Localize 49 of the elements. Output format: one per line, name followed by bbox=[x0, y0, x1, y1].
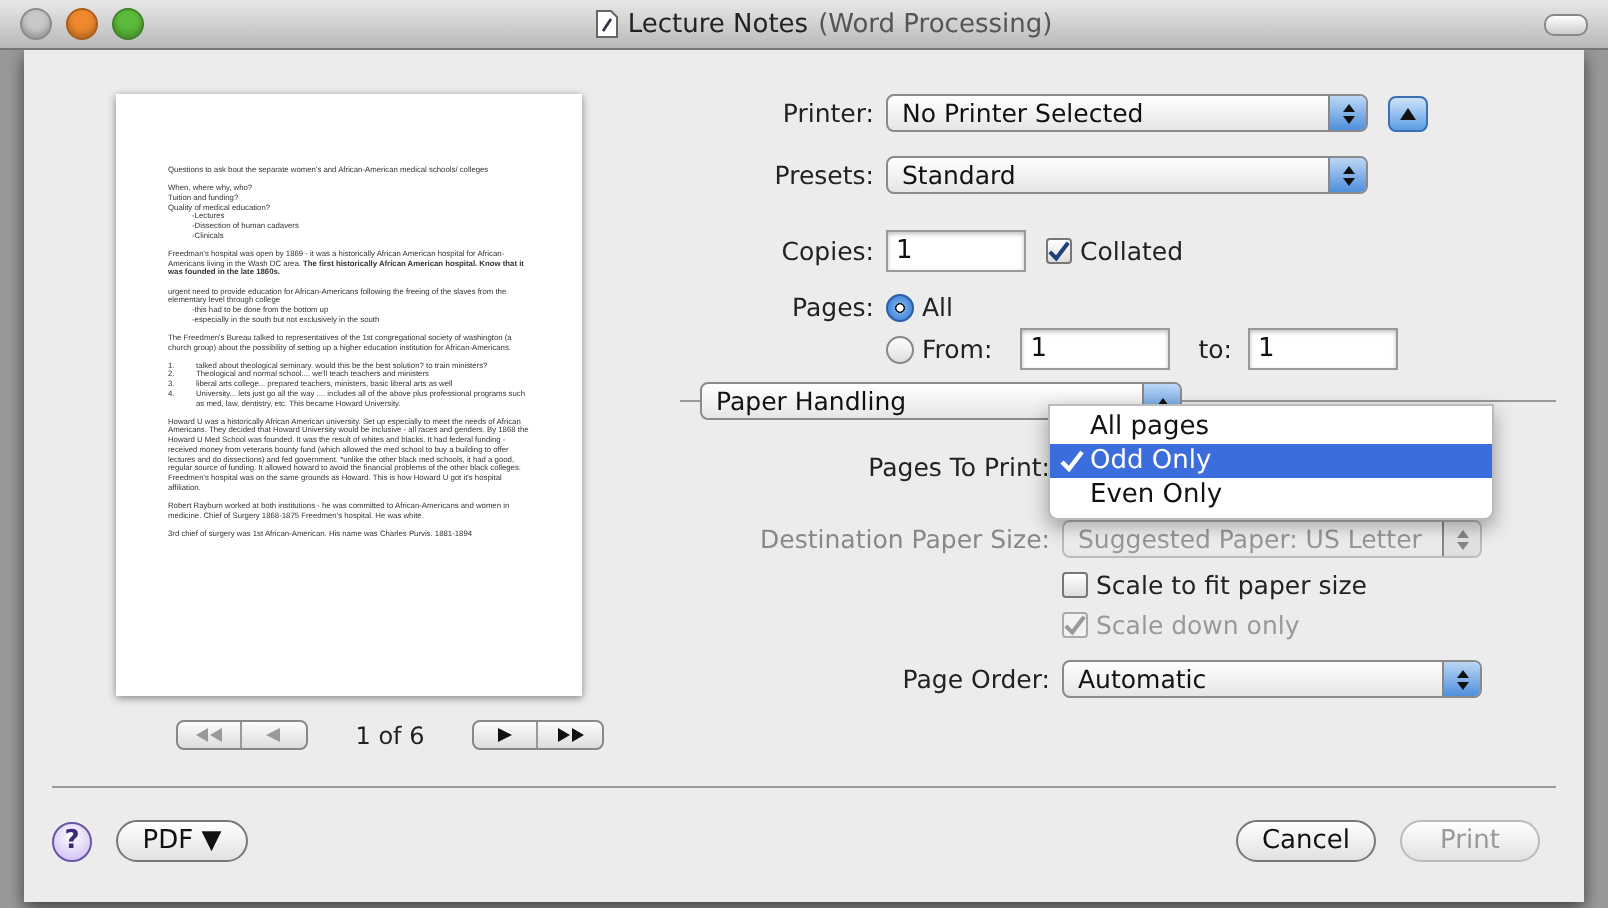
radio-label: From: bbox=[922, 334, 993, 364]
double-right-triangle-icon bbox=[557, 728, 584, 742]
double-left-triangle-icon bbox=[195, 728, 222, 742]
disclosure-button[interactable] bbox=[1388, 95, 1428, 131]
checkbox[interactable] bbox=[1062, 572, 1088, 598]
stepper-arrows-icon bbox=[1341, 101, 1355, 125]
field-label: to: bbox=[1198, 334, 1232, 364]
stepper-arrows-icon bbox=[1341, 163, 1355, 187]
checkmark-icon bbox=[1060, 450, 1084, 472]
checkbox-label: Scale to fit paper size bbox=[1096, 570, 1367, 600]
menu-item[interactable]: Odd Only bbox=[1050, 444, 1492, 478]
field-label: Page Order: bbox=[900, 664, 1050, 694]
help-button[interactable]: ? bbox=[52, 821, 92, 861]
checkmark-icon bbox=[1064, 614, 1086, 636]
presets-popup[interactable]: Standard bbox=[886, 156, 1368, 194]
minimize-icon[interactable] bbox=[66, 8, 98, 40]
toolbar-toggle-icon[interactable] bbox=[1544, 13, 1588, 35]
left-triangle-icon bbox=[266, 728, 281, 742]
field-label: Pages: bbox=[790, 292, 874, 322]
field-label: Presets: bbox=[772, 160, 874, 190]
field-label: Printer: bbox=[780, 98, 874, 128]
radio-label: All bbox=[922, 292, 953, 322]
right-triangle-icon bbox=[498, 728, 513, 742]
field-label: Copies: bbox=[779, 236, 874, 266]
up-triangle-icon bbox=[1400, 107, 1416, 119]
dialog-button[interactable]: Cancel bbox=[1235, 820, 1376, 862]
radio-button[interactable] bbox=[886, 335, 914, 363]
checkbox[interactable] bbox=[1046, 238, 1072, 264]
field-label: Pages To Print: bbox=[866, 452, 1050, 482]
page-order-popup[interactable]: Automatic bbox=[1062, 660, 1482, 698]
stepper-arrows-icon bbox=[1455, 527, 1469, 551]
printer-popup[interactable]: No Printer Selected bbox=[886, 94, 1368, 132]
close-icon[interactable] bbox=[20, 8, 52, 40]
window-subtitle: (Word Processing) bbox=[818, 9, 1053, 39]
stepper-arrows-icon bbox=[1455, 667, 1469, 691]
page-count: 1 of 6 bbox=[355, 721, 425, 749]
menu-item[interactable]: Even Only bbox=[1050, 478, 1492, 512]
checkmark-icon bbox=[1048, 240, 1070, 262]
from-field[interactable]: 1 bbox=[1020, 328, 1171, 370]
checkbox-label: Collated bbox=[1080, 236, 1184, 266]
copies-field[interactable]: 1 bbox=[886, 230, 1026, 272]
checkbox-label: Scale down only bbox=[1096, 610, 1300, 640]
radio-button[interactable] bbox=[886, 293, 914, 321]
field-label: Destination Paper Size: bbox=[758, 524, 1050, 554]
window-title: Lecture Notes bbox=[627, 9, 809, 39]
zoom-icon[interactable] bbox=[112, 8, 144, 40]
document-icon bbox=[595, 10, 618, 38]
pdf-button[interactable]: PDF ▼ bbox=[116, 820, 248, 862]
to-field[interactable]: 1 bbox=[1247, 328, 1398, 370]
